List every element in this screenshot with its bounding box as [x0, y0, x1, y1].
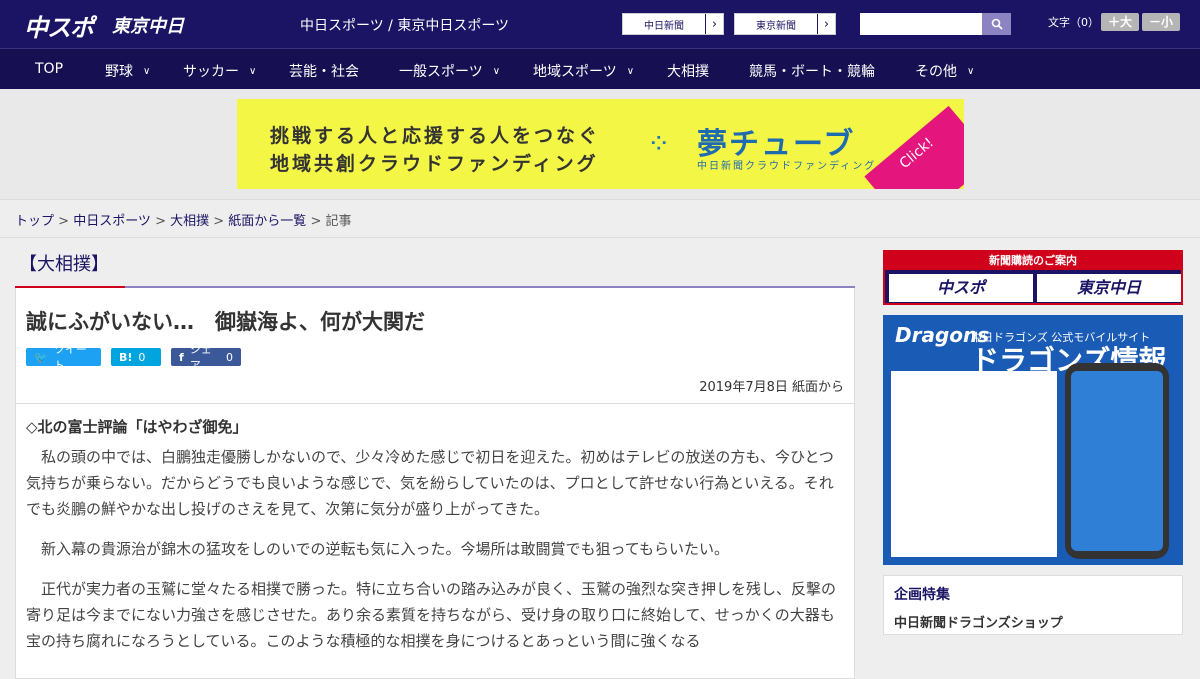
ad-area: 挑戦する人と応援する人をつなぐ 地域共創クラウドファンディング ⁘ 夢チューブ …: [0, 89, 1200, 200]
nav-label: その他: [915, 64, 957, 80]
search-icon: [991, 18, 1003, 30]
yume-tube-banner[interactable]: 挑戦する人と応援する人をつなぐ 地域共創クラウドファンディング ⁘ 夢チューブ …: [237, 99, 964, 189]
article-paragraph: 新入幕の貴源治が錦木の猛攻をしのいでの逆転も気に入った。今場所は敢闘賞でも狙って…: [41, 540, 730, 558]
special-item[interactable]: 中日新聞ドラゴンズショップ: [894, 612, 1172, 631]
tokyo-shimbun-link[interactable]: 東京新聞 ›: [734, 13, 836, 35]
nav-item-sumo[interactable]: 大相撲: [667, 61, 709, 81]
breadcrumb-sep: >: [306, 214, 326, 229]
nav-label: 野球: [105, 64, 133, 80]
special-title: 企画特集: [894, 587, 950, 603]
category-heading: 【大相撲】: [15, 240, 855, 288]
nav-label: サッカー: [183, 64, 239, 80]
breadcrumb-current: 記事: [325, 214, 352, 229]
breadcrumb-sep: >: [209, 214, 229, 229]
nav-item-baseball[interactable]: 野球 ∨: [105, 61, 150, 81]
breadcrumb-list[interactable]: 紙面から一覧: [228, 214, 306, 229]
chevron-down-icon: ∨: [626, 65, 635, 77]
breadcrumb-sep: >: [150, 214, 171, 229]
phone-screen: [1071, 371, 1163, 551]
chevron-down-icon: ∨: [967, 65, 975, 77]
nav-label: TOP: [35, 61, 64, 77]
nav-label: 芸能・社会: [289, 64, 359, 80]
chevron-down-icon: ∨: [492, 65, 501, 77]
hatena-button[interactable]: B! 0: [111, 348, 161, 366]
article-card: 誠にふがいない… 御嶽海よ、何が大関だ 🐦 ツイート B! 0 f シェア 0 2019…: [15, 288, 855, 679]
site-title[interactable]: 中日スポーツ / 東京中日スポーツ: [300, 15, 509, 35]
chevron-right-icon: ›: [817, 14, 835, 34]
nav-item-entertainment[interactable]: 芸能・社会: [289, 61, 359, 81]
banner-line1: 挑戦する人と応援する人をつなぐ: [270, 125, 601, 147]
article-paragraph: 私の頭の中では、白鵬独走優勝しかないので、少々冷めた感じで初日を迎えた。初めはテ…: [26, 448, 834, 518]
chevron-right-icon: ›: [705, 14, 723, 34]
nav-item-general-sports[interactable]: 一般スポーツ ∨: [399, 61, 500, 81]
article-column: 【大相撲】 誠にふがいない… 御嶽海よ、何が大関だ 🐦 ツイート B! 0 f シェア…: [15, 240, 855, 679]
chuspo-logo[interactable]: 中スポ: [24, 8, 94, 43]
twitter-icon: 🐦: [34, 350, 48, 364]
click-badge: Click!: [864, 105, 964, 189]
article-subtitle: ◇北の富士評論「はやわざ御免」: [26, 418, 248, 436]
facebook-icon: f: [179, 350, 184, 364]
tokyo-chunichi-logo[interactable]: 東京中日: [112, 12, 184, 38]
nav-item-local-sports[interactable]: 地域スポーツ ∨: [533, 61, 634, 81]
special-features-box: 企画特集 中日新聞ドラゴンズショップ: [883, 575, 1183, 635]
banner-sub: 中日新聞クラウドファンディング: [697, 161, 877, 172]
link-label: 中日新聞: [644, 20, 684, 32]
search-input[interactable]: [860, 13, 982, 35]
chevron-down-icon: ∨: [249, 65, 257, 77]
search-button[interactable]: [982, 13, 1011, 35]
chevron-down-icon: ∨: [143, 65, 151, 77]
breadcrumb-sumo[interactable]: 大相撲: [170, 214, 209, 229]
tweet-button[interactable]: 🐦 ツイート: [26, 343, 101, 372]
breadcrumb-sep: >: [54, 214, 74, 229]
chunichi-shimbun-link[interactable]: 中日新聞 ›: [622, 13, 724, 35]
nav-item-other[interactable]: その他 ∨: [915, 61, 974, 81]
subscribe-tokyo-link[interactable]: 東京中日: [1037, 274, 1181, 302]
font-smaller-button[interactable]: －小: [1142, 13, 1180, 31]
nav-label: 地域スポーツ: [533, 64, 617, 80]
scoreboard-screenshot: [891, 371, 1057, 557]
nav-label: 大相撲: [667, 64, 709, 80]
breadcrumb: トップ > 中日スポーツ > 大相撲 > 紙面から一覧 > 記事: [0, 200, 1200, 238]
sidebar: 新聞購読のご案内 中スポ 東京中日 Dragons 中日ドラゴンズ 公式モバイル…: [883, 250, 1183, 635]
article-header: 誠にふがいない… 御嶽海よ、何が大関だ 🐦 ツイート B! 0 f シェア 0 2019…: [16, 288, 854, 404]
font-larger-button[interactable]: ＋大: [1101, 13, 1139, 31]
nav-item-top[interactable]: TOP: [35, 61, 63, 77]
hatena-count: 0: [138, 350, 146, 364]
nav-item-soccer[interactable]: サッカー ∨: [183, 61, 256, 81]
font-size-label: 文字（0）: [1048, 16, 1099, 29]
link-label: 東京新聞: [756, 20, 796, 32]
subscription-header: 新聞購読のご案内: [885, 252, 1181, 270]
breadcrumb-top[interactable]: トップ: [15, 214, 54, 229]
hatena-icon: B!: [119, 350, 133, 364]
dragons-info-banner[interactable]: Dragons 中日ドラゴンズ 公式モバイルサイト ドラゴンズ情報: [883, 315, 1183, 565]
top-header: 中スポ 東京中日 中日スポーツ / 東京中日スポーツ 中日新聞 › 東京新聞 ›…: [0, 0, 1200, 48]
nav-label: 競馬・ボート・競輪: [749, 64, 875, 80]
nav-item-racing[interactable]: 競馬・ボート・競輪: [749, 61, 875, 81]
subscription-box: 新聞購読のご案内 中スポ 東京中日: [883, 250, 1183, 305]
main-nav: TOP 野球 ∨ サッカー ∨ 芸能・社会 一般スポーツ ∨ 地域スポーツ ∨ 大相撲 …: [0, 48, 1200, 89]
article-date: 2019年7月8日 紙面から: [699, 380, 844, 395]
phone-image: [1065, 363, 1169, 559]
article-paragraph: 正代が実力者の玉鷲に堂々たる相撲で勝った。特に立ち合いの踏み込みが良く、玉鷲の強…: [26, 580, 837, 650]
banner-line2: 地域共創クラウドファンディング: [270, 153, 599, 175]
share-count: 0: [226, 350, 233, 364]
nav-label: 一般スポーツ: [399, 64, 483, 80]
breadcrumb-chuspo[interactable]: 中日スポーツ: [73, 214, 151, 229]
tweet-label: ツイート: [53, 343, 87, 372]
article-body: ◇北の富士評論「はやわざ御免」 私の頭の中では、白鵬独走優勝しかないので、少々冷…: [16, 404, 854, 678]
dots-logo-icon: ⁘: [647, 127, 671, 160]
social-buttons: 🐦 ツイート B! 0 f シェア 0: [26, 343, 844, 372]
subscribe-chuspo-link[interactable]: 中スポ: [889, 274, 1033, 302]
article-title: 誠にふがいない… 御嶽海よ、何が大関だ: [26, 310, 425, 334]
share-label: シェア: [189, 343, 212, 372]
facebook-share-button[interactable]: f シェア 0: [171, 343, 241, 372]
